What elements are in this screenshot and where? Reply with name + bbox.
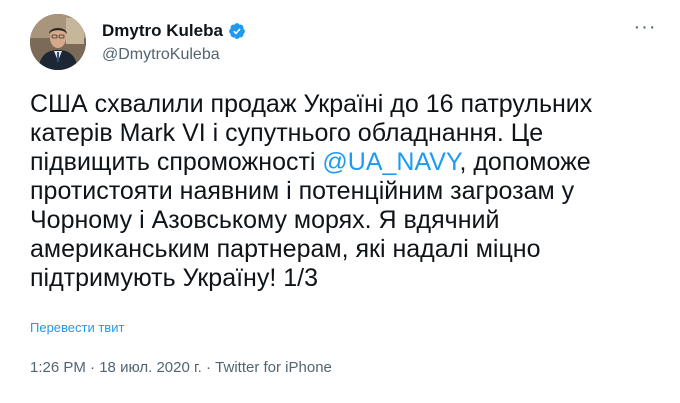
tweet-source[interactable]: Twitter for iPhone: [215, 359, 332, 376]
display-name[interactable]: Dmytro Kuleba: [102, 21, 223, 41]
avatar[interactable]: [30, 14, 86, 70]
author-handle[interactable]: @DmytroKuleba: [102, 46, 246, 64]
translate-tweet-link[interactable]: Перевести твит: [30, 320, 124, 335]
tweet-text: США схвалили продаж Україні до 16 патрул…: [30, 90, 658, 293]
meta-separator: ·: [85, 359, 100, 376]
meta-separator: ·: [201, 359, 216, 376]
more-options-icon[interactable]: ···: [632, 17, 658, 40]
tweet-meta: 1:26 PM · 18 июл. 2020 г. · Twitter for …: [30, 359, 332, 376]
verified-badge-icon: [228, 22, 246, 40]
name-row: Dmytro Kuleba: [102, 20, 246, 42]
tweet-header: Dmytro Kuleba @DmytroKuleba ···: [30, 14, 660, 74]
tweet-date[interactable]: 18 июл. 2020 г.: [99, 359, 202, 376]
tweet-time[interactable]: 1:26 PM: [30, 359, 86, 376]
author-block: Dmytro Kuleba @DmytroKuleba: [102, 20, 246, 64]
avatar-photo-icon: [30, 14, 86, 70]
tweet-card: Dmytro Kuleba @DmytroKuleba ··· США схва…: [0, 0, 680, 403]
mention-link[interactable]: @UA_NAVY: [322, 148, 459, 176]
